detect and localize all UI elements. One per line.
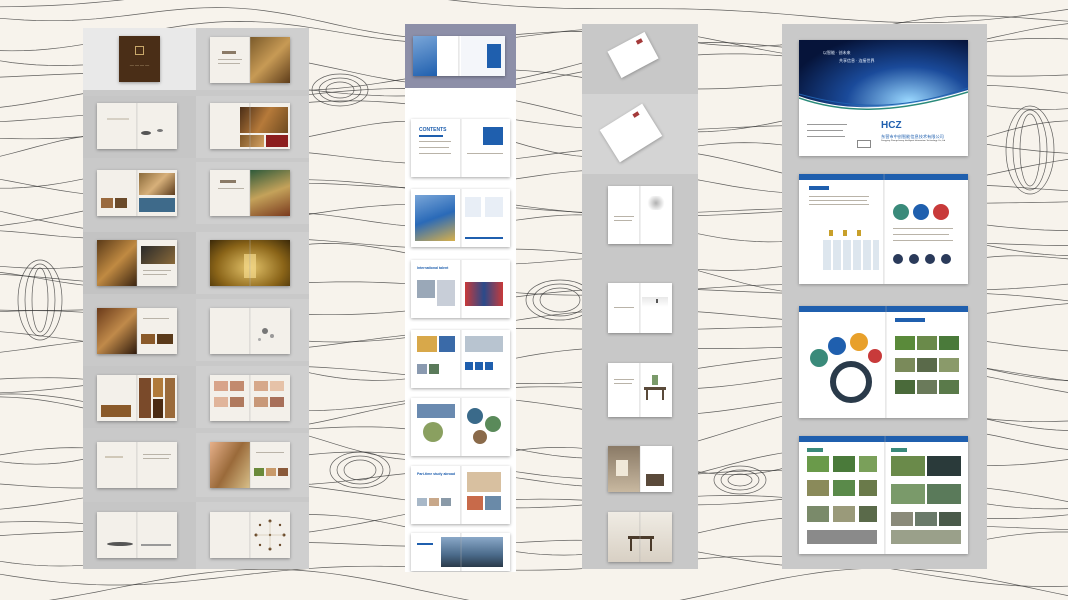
envelope-mockup	[582, 24, 698, 94]
interior-spread-1	[582, 176, 698, 260]
contour-loop	[325, 81, 355, 99]
tech-spread-diagram	[799, 306, 968, 418]
company-logo: HCZ	[881, 120, 902, 131]
school-photos-spread	[405, 328, 516, 392]
hotel-brochure-column: — — — —	[83, 28, 309, 569]
hotel-spread-5a	[83, 299, 196, 361]
cover-slogan-2: 共享信息 · 连接世界	[839, 58, 875, 63]
contour-loop	[720, 469, 760, 491]
contour-loop	[532, 283, 588, 317]
hotel-spread-7a	[83, 433, 196, 497]
hotel-spread-3b	[196, 162, 309, 224]
hotel-spread-corridor	[196, 232, 309, 294]
contour-loop	[31, 267, 49, 333]
contour-loop	[318, 77, 362, 103]
hotel-spread-6a	[83, 366, 196, 428]
hotel-spread-lobby	[196, 28, 309, 90]
contour-loop	[343, 459, 377, 481]
hotel-spread-3a	[83, 162, 196, 224]
hotel-spread-8a	[83, 502, 196, 569]
school-circles-spread	[405, 396, 516, 460]
contour-line	[48, 567, 1068, 600]
school-trophy-spread	[405, 187, 516, 251]
interior-spread-4	[582, 438, 698, 508]
letter-mockup	[582, 94, 698, 174]
contour-loop	[17, 259, 63, 341]
parttime-heading: Part-time study abroad	[417, 472, 456, 476]
hotel-cover: — — — —	[119, 36, 160, 82]
school-brochure-column: CONTENTS International talent Part-time …	[405, 24, 516, 572]
hotel-cover-cell: — — — —	[83, 28, 196, 90]
company-name-en: Dongying Zhongchuang Intelligent Informa…	[881, 140, 946, 142]
tech-spread-timeline	[799, 174, 968, 284]
contour-loop	[24, 263, 56, 337]
school-international-spread: International talent	[405, 258, 516, 322]
interior-spread-5	[582, 508, 698, 569]
hotel-spread-4a	[83, 232, 196, 294]
international-heading: International talent	[417, 266, 449, 270]
tech-company-brochure-column: 以智能 · 创未来 共享信息 · 连接世界 HCZ 东营市中创智能信息技术有限公…	[782, 24, 987, 569]
hotel-spread-2a	[83, 96, 196, 158]
contour-loop	[727, 473, 753, 487]
hotel-spread-8b	[196, 502, 309, 569]
hotel-spread-2b	[196, 96, 309, 158]
interior-spread-2	[582, 263, 698, 347]
minimal-interior-brochure-column	[582, 24, 698, 569]
contour-loop	[329, 451, 391, 489]
cover-slogan-1: 以智能 · 创未来	[823, 50, 851, 55]
hotel-spread-5b	[196, 299, 309, 361]
school-building-spread	[405, 529, 516, 572]
tech-spread-aerial	[799, 436, 968, 554]
school-contents-spread: CONTENTS	[405, 117, 516, 181]
tech-cover: 以智能 · 创未来 共享信息 · 连接世界 HCZ 东营市中创智能信息技术有限公…	[799, 40, 968, 156]
school-parttime-spread: Part-time study abroad	[405, 464, 516, 528]
hotel-spread-massage	[196, 433, 309, 497]
hotel-spread-spa	[196, 366, 309, 428]
school-cover-spread	[405, 24, 516, 88]
interior-spread-3	[582, 351, 698, 435]
contents-heading: CONTENTS	[419, 127, 447, 133]
